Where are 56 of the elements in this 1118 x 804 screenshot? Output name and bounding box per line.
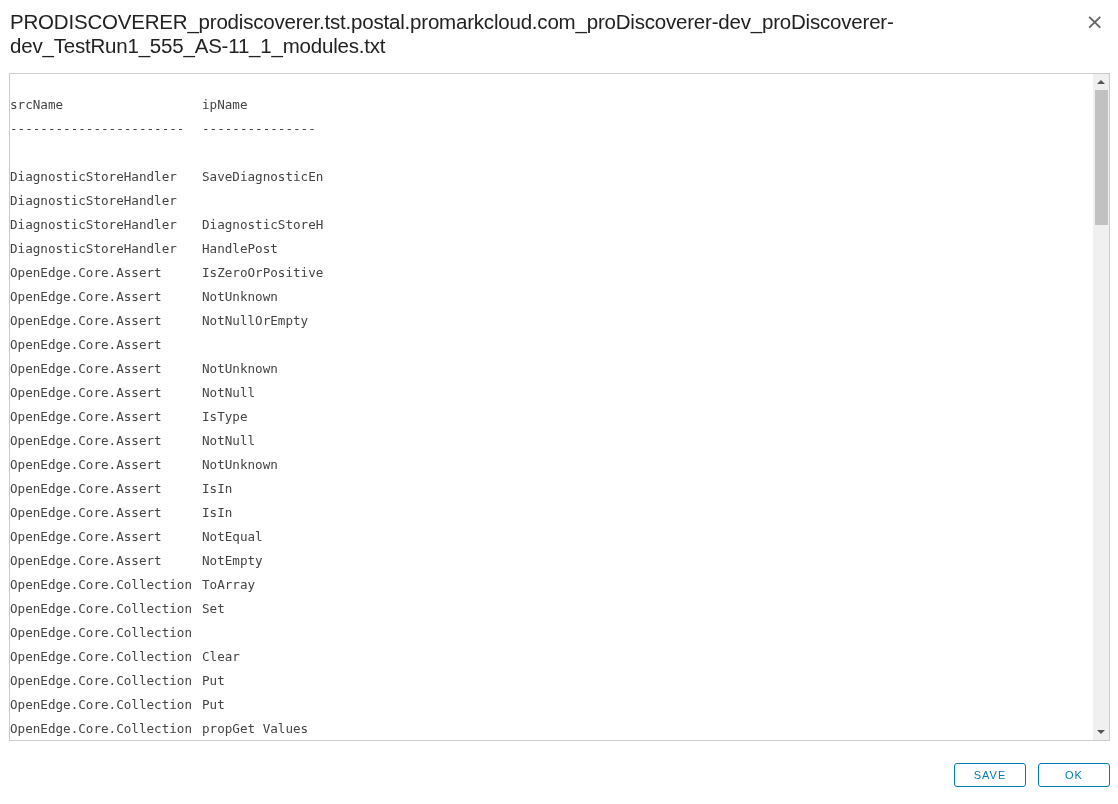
ip-name: Put xyxy=(202,672,225,690)
ip-name: NotNull xyxy=(202,432,256,450)
ip-name: Set xyxy=(202,600,225,618)
src-name: OpenEdge.Core.Collection xyxy=(10,576,193,594)
src-name: OpenEdge.Core.Assert xyxy=(10,552,163,570)
src-name: OpenEdge.Core.Assert xyxy=(10,312,163,330)
ip-name: IsIn xyxy=(202,480,233,498)
src-name: OpenEdge.Core.Collection xyxy=(10,672,193,690)
dialog-title: PRODISCOVERER_prodiscoverer.tst.postal.promarkcloud.com_proDiscoverer-dev_proDiscoverer-dev_TestRun1_555_AS-11_1_modules.txt xyxy=(10,10,895,58)
ip-name: SaveDiagnosticEn xyxy=(202,168,324,186)
ip-name: ToArray xyxy=(202,576,256,594)
src-name: DiagnosticStoreHandler xyxy=(10,192,178,210)
separator-line: --------------- xyxy=(202,120,316,138)
ip-name: IsZeroOrPositive xyxy=(202,264,324,282)
scrollbar[interactable] xyxy=(1093,74,1109,740)
src-name: OpenEdge.Core.Collection xyxy=(10,600,193,618)
ip-name: IsIn xyxy=(202,504,233,522)
ip-name: Clear xyxy=(202,648,240,666)
separator-line: ----------------------- xyxy=(10,120,186,138)
src-name: DiagnosticStoreHandler xyxy=(10,168,178,186)
src-name: DiagnosticStoreHandler xyxy=(10,240,178,258)
src-name: OpenEdge.Core.Assert xyxy=(10,504,163,522)
src-name: OpenEdge.Core.Assert xyxy=(10,288,163,306)
scroll-down-icon[interactable] xyxy=(1097,730,1105,734)
ip-name: Put xyxy=(202,696,225,714)
src-name: OpenEdge.Core.Assert xyxy=(10,360,163,378)
scrollbar-thumb[interactable] xyxy=(1094,90,1108,225)
dialog-button[interactable]: OK xyxy=(1038,763,1110,787)
column-header: ipName xyxy=(202,96,248,114)
src-name: OpenEdge.Core.Assert xyxy=(10,432,163,450)
ip-name: NotUnknown xyxy=(202,360,278,378)
src-name: OpenEdge.Core.Assert xyxy=(10,456,163,474)
src-name: OpenEdge.Core.Assert xyxy=(10,528,163,546)
src-name: OpenEdge.Core.Collection xyxy=(10,720,193,738)
src-name: OpenEdge.Core.Collection xyxy=(10,624,193,642)
dialog-button[interactable]: SAVE xyxy=(954,763,1026,787)
ip-name: NotUnknown xyxy=(202,288,278,306)
ip-name: NotUnknown xyxy=(202,456,278,474)
src-name: OpenEdge.Core.Assert xyxy=(10,480,163,498)
ip-name: NotEqual xyxy=(202,528,263,546)
src-name: OpenEdge.Core.Collection xyxy=(10,696,193,714)
src-name: DiagnosticStoreHandler xyxy=(10,216,178,234)
ip-name: NotEmpty xyxy=(202,552,263,570)
src-name: OpenEdge.Core.Assert xyxy=(10,336,163,354)
ip-name: HandlePost xyxy=(202,240,278,258)
column-header: srcName xyxy=(10,96,65,114)
src-name: OpenEdge.Core.Assert xyxy=(10,384,163,402)
src-name: OpenEdge.Core.Assert xyxy=(10,408,163,426)
src-name: OpenEdge.Core.Assert xyxy=(10,264,163,282)
ip-name: propGet Values xyxy=(202,720,309,738)
ip-name: DiagnosticStoreH xyxy=(202,216,324,234)
src-name: OpenEdge.Core.Collection xyxy=(10,648,193,666)
ip-name: NotNull xyxy=(202,384,256,402)
scroll-up-icon[interactable] xyxy=(1097,80,1105,84)
ip-name: NotNullOrEmpty xyxy=(202,312,309,330)
ip-name: IsType xyxy=(202,408,248,426)
